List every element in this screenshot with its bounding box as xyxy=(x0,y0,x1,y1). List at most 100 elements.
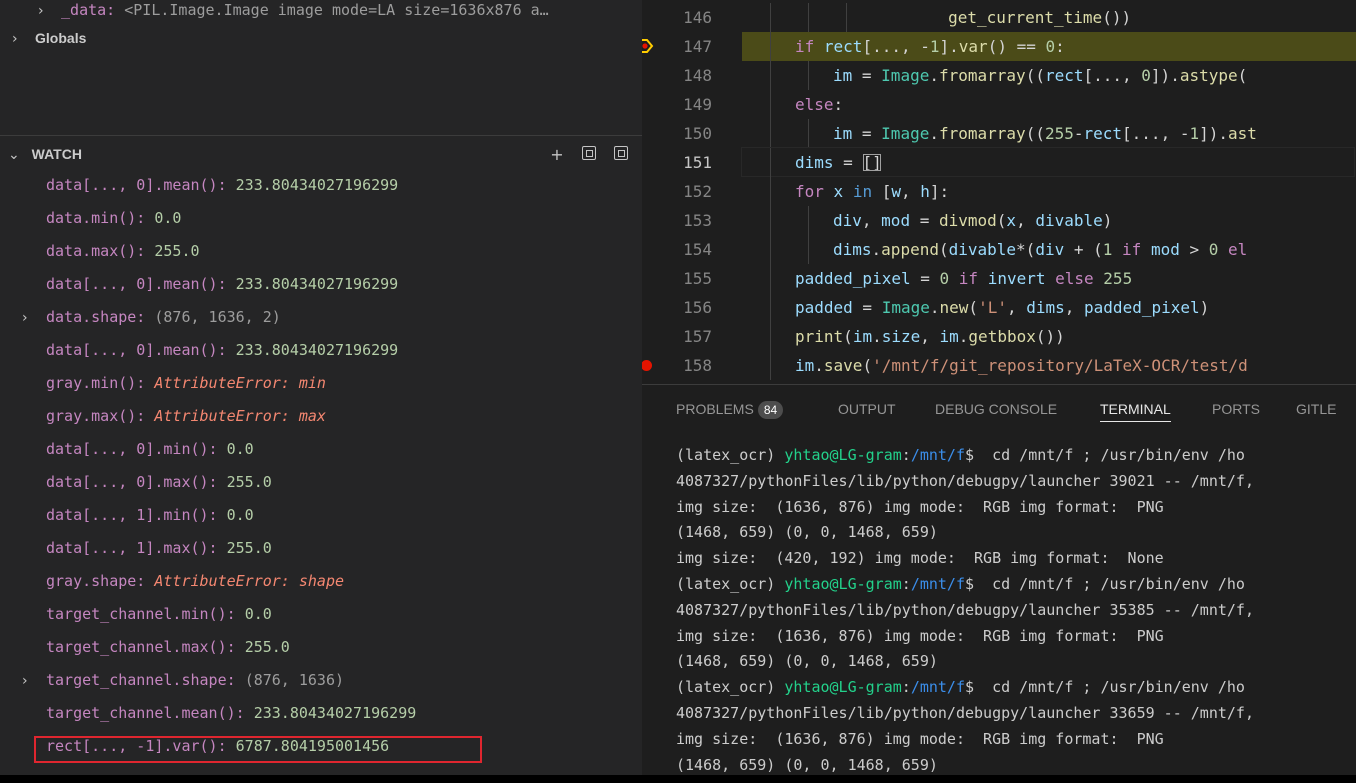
terminal-line: 4087327/pythonFiles/lib/python/debugpy/l… xyxy=(676,600,1254,619)
watch-value: (876, 1636, 2) xyxy=(154,308,281,326)
watch-expression: target_channel.max(): xyxy=(46,638,236,656)
collapse-all-icon[interactable] xyxy=(580,145,598,164)
terminal-line: (latex_ocr) yhtao@LG-gram:/mnt/f$ cd /mn… xyxy=(676,443,1245,468)
watch-item[interactable]: data[..., 0].mean(): 233.80434027196299 xyxy=(46,174,398,196)
code-line[interactable]: 155 padded_pixel = 0 if invert else 255 xyxy=(642,264,1356,293)
code-line[interactable]: 156 padded = Image.new('L', dims, padded_… xyxy=(642,293,1356,322)
code-line[interactable]: 153 div, mod = divmod(x, divable) xyxy=(642,206,1356,235)
remove-all-icon[interactable] xyxy=(612,145,630,164)
watch-item[interactable]: data.max(): 255.0 xyxy=(46,240,200,262)
watch-item[interactable]: data[..., 0].mean(): 233.80434027196299 xyxy=(46,273,398,295)
tab-label: PROBLEMS xyxy=(676,401,754,417)
terminal-colon: : xyxy=(901,678,911,697)
watch-item[interactable]: gray.max(): AttributeError: max xyxy=(46,405,326,427)
terminal-line: (1468, 659) (0, 0, 1468, 659) xyxy=(676,755,938,774)
watch-value: 233.80434027196299 xyxy=(235,176,399,194)
terminal-line: 4087327/pythonFiles/lib/python/debugpy/l… xyxy=(676,704,1254,722)
tab-debug-console[interactable]: DEBUG CONSOLE xyxy=(935,399,1057,419)
indent-guide xyxy=(808,206,809,235)
watch-expression: gray.shape: xyxy=(46,572,146,590)
code-text: padded = Image.new('L', dims, padded_pix… xyxy=(795,298,1210,317)
indent-guide xyxy=(770,119,771,148)
line-number: 150 xyxy=(683,124,712,143)
watch-item[interactable]: › target_channel.shape: (876, 1636) xyxy=(22,669,344,691)
code-line[interactable]: 152 for x in [w, h]: xyxy=(642,177,1356,206)
indent-guide xyxy=(770,264,771,293)
indent-guide xyxy=(808,3,809,32)
terminal-command: $ cd /mnt/f ; /usr/bin/env /ho xyxy=(965,446,1245,464)
chevron-right-icon[interactable]: › xyxy=(38,0,52,22)
chevron-right-icon[interactable]: › xyxy=(22,670,46,692)
watch-value: 255.0 xyxy=(244,638,290,656)
watch-item[interactable]: › data.shape: (876, 1636, 2) xyxy=(22,306,281,328)
watch-item[interactable]: data.min(): 0.0 xyxy=(46,207,181,229)
code-editor[interactable]: 146 get_current_time()) 147 if rect[..., -… xyxy=(642,0,1356,384)
tab-label: PORTS xyxy=(1212,401,1260,417)
watch-item[interactable]: data[..., 1].max(): 255.0 xyxy=(46,537,272,559)
watch-value: 0.0 xyxy=(244,605,272,623)
terminal-user: yhtao@LG-gram xyxy=(784,446,902,464)
watch-value: 233.80434027196299 xyxy=(235,275,399,293)
watch-expression: data[..., 1].max(): xyxy=(46,539,218,557)
terminal-path: /mnt/f xyxy=(910,678,965,697)
tab-label: DEBUG CONSOLE xyxy=(935,401,1058,417)
watch-item[interactable]: gray.shape: AttributeError: shape xyxy=(46,570,344,592)
terminal-line: img size: (1636, 876) img mode: RGB img … xyxy=(676,626,1164,645)
tab-terminal[interactable]: TERMINAL xyxy=(1100,399,1171,422)
terminal-colon: : xyxy=(901,446,911,464)
code-line[interactable]: 147 if rect[..., -1].var() == 0: xyxy=(642,32,1356,61)
terminal-line: (latex_ocr) yhtao@LG-gram:/mnt/f$ cd /mn… xyxy=(676,572,1245,597)
chevron-down-icon[interactable]: ⌄ xyxy=(8,144,22,166)
watch-value: (876, 1636) xyxy=(244,671,345,689)
tab-ports[interactable]: PORTS xyxy=(1212,399,1260,419)
code-text: get_current_time()) xyxy=(948,8,1132,27)
watch-item[interactable]: data[..., 1].min(): 0.0 xyxy=(46,504,254,526)
watch-expression: gray.max(): xyxy=(46,407,146,425)
code-line[interactable]: 150 im = Image.fromarray((255-rect[..., -… xyxy=(642,119,1356,148)
indent-guide xyxy=(770,32,771,61)
code-line[interactable]: 148 im = Image.fromarray((rect[..., 0]).a… xyxy=(642,61,1356,90)
watch-expression: data.max(): xyxy=(46,242,146,260)
terminal-line: (latex_ocr) yhtao@LG-gram:/mnt/f$ cd /mn… xyxy=(676,675,1245,700)
watch-item[interactable]: target_channel.mean(): 233.8043402719629… xyxy=(46,702,416,724)
indent-guide xyxy=(770,206,771,235)
chevron-right-icon[interactable]: › xyxy=(22,307,46,329)
variables-globals-scope[interactable]: › Globals xyxy=(12,27,86,49)
code-line[interactable]: 154 dims.append(divable*(div + (1 if mod … xyxy=(642,235,1356,264)
watch-item[interactable]: data[..., 0].min(): 0.0 xyxy=(46,438,254,460)
watch-item[interactable]: data[..., 0].mean(): 233.80434027196299 xyxy=(46,339,398,361)
tab-problems[interactable]: PROBLEMS 84 xyxy=(676,399,784,419)
terminal-command: $ cd /mnt/f ; /usr/bin/env /ho xyxy=(965,678,1245,697)
code-line[interactable]: 149 else: xyxy=(642,90,1356,119)
watch-item[interactable]: gray.min(): AttributeError: min xyxy=(46,372,326,394)
watch-item[interactable]: target_channel.min(): 0.0 xyxy=(46,603,272,625)
watch-item[interactable]: target_channel.max(): 255.0 xyxy=(46,636,290,658)
code-line[interactable]: 158 im.save('/mnt/f/git_repository/LaTeX-… xyxy=(642,351,1356,380)
section-divider xyxy=(0,135,642,136)
watch-section-header[interactable]: ⌄ WATCH + xyxy=(0,143,642,165)
watch-value: 255.0 xyxy=(226,473,272,491)
watch-expression: data.shape: xyxy=(46,308,146,326)
code-line[interactable]: 157 print(im.size, im.getbbox()) xyxy=(642,322,1356,351)
chevron-right-icon[interactable]: › xyxy=(12,28,26,50)
code-line[interactable]: 146 get_current_time()) xyxy=(642,3,1356,32)
indent-guide xyxy=(770,351,771,380)
line-number: 155 xyxy=(683,269,712,288)
line-number: 146 xyxy=(683,8,712,27)
indent-guide xyxy=(770,177,771,206)
indent-guide xyxy=(846,3,847,32)
watch-item[interactable]: data[..., 0].max(): 255.0 xyxy=(46,471,272,493)
tab-gitle[interactable]: GITLE xyxy=(1296,399,1336,419)
watch-value: 255.0 xyxy=(226,539,272,557)
add-icon[interactable]: + xyxy=(548,145,566,164)
tab-output[interactable]: OUTPUT xyxy=(838,399,896,419)
terminal-line: img size: (420, 192) img mode: RGB img f… xyxy=(676,549,1164,568)
watch-value: AttributeError: min xyxy=(154,374,326,392)
variable-row-data[interactable]: › _data: <PIL.Image.Image image mode=LA … xyxy=(38,0,549,21)
watch-value: 233.80434027196299 xyxy=(253,704,417,722)
code-line[interactable]: 151 dims = [] xyxy=(642,147,1356,177)
terminal-line: 4087327/pythonFiles/lib/python/debugpy/l… xyxy=(676,471,1254,490)
watch-value: 0.0 xyxy=(226,506,254,524)
code-text: if rect[..., -1].var() == 0: xyxy=(795,37,1065,56)
bottom-panel: PROBLEMS 84 OUTPUT DEBUG CONSOLE TERMINAL POR… xyxy=(642,384,1356,776)
